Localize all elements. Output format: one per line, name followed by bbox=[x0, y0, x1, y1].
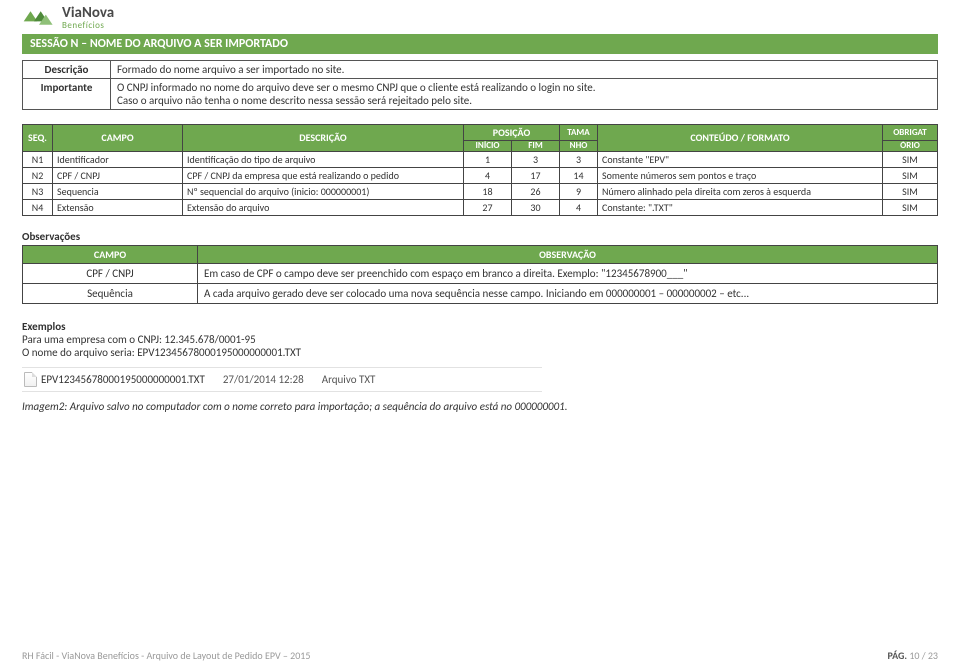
table-row: SequênciaA cada arquivo gerado deve ser … bbox=[23, 283, 938, 303]
desc-label-importante: Importante bbox=[23, 79, 111, 110]
file-name-cell: EPV12345678000195000000001.TXT bbox=[24, 372, 205, 387]
spec-cell-desc: Identificação do tipo de arquivo bbox=[183, 151, 464, 167]
page-footer: RH Fácil - ViaNova Benefícios - Arquivo … bbox=[22, 649, 938, 662]
section-title-bar: SESSÃO N – NOME DO ARQUIVO A SER IMPORTA… bbox=[22, 34, 938, 54]
desc-label-descricao: Descrição bbox=[23, 61, 111, 79]
spec-h-fim: FIM bbox=[512, 141, 560, 152]
obs-cell-text: A cada arquivo gerado deve ser colocado … bbox=[198, 283, 938, 303]
spec-table: SEQ. CAMPO DESCRIÇÃO POSIÇÃO TAMA CONTEÚ… bbox=[22, 124, 938, 216]
footer-left: RH Fácil - ViaNova Benefícios - Arquivo … bbox=[22, 649, 310, 662]
spec-cell-seq: N3 bbox=[23, 183, 53, 199]
desc-importante-line1: O CNPJ informado no nome do arquivo deve… bbox=[117, 81, 931, 94]
spec-cell-seq: N2 bbox=[23, 167, 53, 183]
spec-cell-conteudo: Somente números sem pontos e traço bbox=[598, 167, 883, 183]
desc-text-descricao: Formado do nome arquivo a ser importado … bbox=[111, 61, 938, 79]
table-row: N2CPF / CNPJCPF / CNPJ da empresa que es… bbox=[23, 167, 938, 183]
spec-cell-seq: N1 bbox=[23, 151, 53, 167]
file-name-text: EPV12345678000195000000001.TXT bbox=[41, 373, 205, 386]
examples-line1: Para uma empresa com o CNPJ: 12.345.678/… bbox=[22, 333, 938, 346]
file-type: Arquivo TXT bbox=[322, 373, 376, 386]
spec-cell-desc: CPF / CNPJ da empresa que está realizand… bbox=[183, 167, 464, 183]
spec-cell-inicio: 27 bbox=[464, 199, 512, 215]
obs-table: CAMPO OBSERVAÇÃO CPF / CNPJEm caso de CP… bbox=[22, 245, 938, 304]
spec-cell-conteudo: Número alinhado pela direita com zeros à… bbox=[598, 183, 883, 199]
spec-cell-fim: 26 bbox=[512, 183, 560, 199]
obs-h-campo: CAMPO bbox=[23, 245, 198, 263]
table-row: N3SequenciaNº sequencial do arquivo (ini… bbox=[23, 183, 938, 199]
logo-line1: ViaNova bbox=[62, 6, 114, 21]
spec-h-seq: SEQ. bbox=[23, 125, 53, 152]
spec-h-conteudo: CONTEÚDO / FORMATO bbox=[598, 125, 883, 152]
spec-cell-tamanho: 14 bbox=[560, 167, 598, 183]
spec-cell-inicio: 4 bbox=[464, 167, 512, 183]
spec-h-obrig-l1: OBRIGAT bbox=[883, 125, 938, 141]
spec-cell-fim: 30 bbox=[512, 199, 560, 215]
footer-page: PÁG. 10 / 23 bbox=[887, 649, 938, 662]
spec-cell-campo: Identificador bbox=[53, 151, 183, 167]
spec-cell-seq: N4 bbox=[23, 199, 53, 215]
spec-cell-desc: Nº sequencial do arquivo (inicio: 000000… bbox=[183, 183, 464, 199]
image-caption: Imagem2: Arquivo salvo no computador com… bbox=[22, 400, 938, 413]
spec-h-campo: CAMPO bbox=[53, 125, 183, 152]
spec-h-posicao: POSIÇÃO bbox=[464, 125, 560, 141]
spec-cell-tamanho: 9 bbox=[560, 183, 598, 199]
spec-cell-fim: 17 bbox=[512, 167, 560, 183]
spec-cell-obrig: SIM bbox=[883, 183, 938, 199]
spec-cell-obrig: SIM bbox=[883, 151, 938, 167]
obs-cell-text: Em caso de CPF o campo deve ser preenchi… bbox=[198, 263, 938, 283]
logo: ViaNova Benefícios bbox=[22, 6, 938, 30]
spec-h-obrig-l2: ÓRIO bbox=[883, 141, 938, 152]
spec-cell-tamanho: 4 bbox=[560, 199, 598, 215]
logo-line2: Benefícios bbox=[62, 21, 114, 30]
examples-block: Para uma empresa com o CNPJ: 12.345.678/… bbox=[22, 333, 938, 359]
footer-page-value: 10 / 23 bbox=[909, 649, 938, 662]
obs-heading: Observações bbox=[22, 230, 938, 243]
spec-cell-conteudo: Constante: ".TXT" bbox=[598, 199, 883, 215]
spec-cell-obrig: SIM bbox=[883, 167, 938, 183]
spec-cell-campo: Sequencia bbox=[53, 183, 183, 199]
table-row: N4ExtensãoExtensão do arquivo27304Consta… bbox=[23, 199, 938, 215]
spec-cell-obrig: SIM bbox=[883, 199, 938, 215]
desc-importante-line2: Caso o arquivo não tenha o nome descrito… bbox=[117, 94, 931, 107]
description-table: Descrição Formado do nome arquivo a ser … bbox=[22, 60, 938, 110]
file-explorer-row: EPV12345678000195000000001.TXT 27/01/201… bbox=[22, 367, 542, 392]
logo-mark-icon bbox=[22, 6, 56, 30]
spec-h-tamanho-l1: TAMA bbox=[560, 125, 598, 141]
file-date: 27/01/2014 12:28 bbox=[223, 373, 304, 386]
spec-cell-inicio: 18 bbox=[464, 183, 512, 199]
spec-cell-campo: CPF / CNPJ bbox=[53, 167, 183, 183]
spec-h-descricao: DESCRIÇÃO bbox=[183, 125, 464, 152]
obs-cell-campo: CPF / CNPJ bbox=[23, 263, 198, 283]
obs-h-observacao: OBSERVAÇÃO bbox=[198, 245, 938, 263]
spec-cell-inicio: 1 bbox=[464, 151, 512, 167]
spec-h-inicio: INÍCIO bbox=[464, 141, 512, 152]
spec-cell-conteudo: Constante "EPV" bbox=[598, 151, 883, 167]
spec-cell-desc: Extensão do arquivo bbox=[183, 199, 464, 215]
spec-cell-campo: Extensão bbox=[53, 199, 183, 215]
obs-cell-campo: Sequência bbox=[23, 283, 198, 303]
spec-cell-tamanho: 3 bbox=[560, 151, 598, 167]
examples-line2: O nome do arquivo seria: EPV123456780001… bbox=[22, 346, 938, 359]
desc-text-importante: O CNPJ informado no nome do arquivo deve… bbox=[111, 79, 938, 110]
spec-cell-fim: 3 bbox=[512, 151, 560, 167]
footer-page-label: PÁG. bbox=[887, 649, 907, 662]
examples-heading: Exemplos bbox=[22, 320, 938, 333]
table-row: CPF / CNPJEm caso de CPF o campo deve se… bbox=[23, 263, 938, 283]
spec-h-tamanho-l2: NHO bbox=[560, 141, 598, 152]
text-file-icon bbox=[24, 372, 37, 387]
logo-text: ViaNova Benefícios bbox=[62, 6, 114, 30]
table-row: N1IdentificadorIdentificação do tipo de … bbox=[23, 151, 938, 167]
